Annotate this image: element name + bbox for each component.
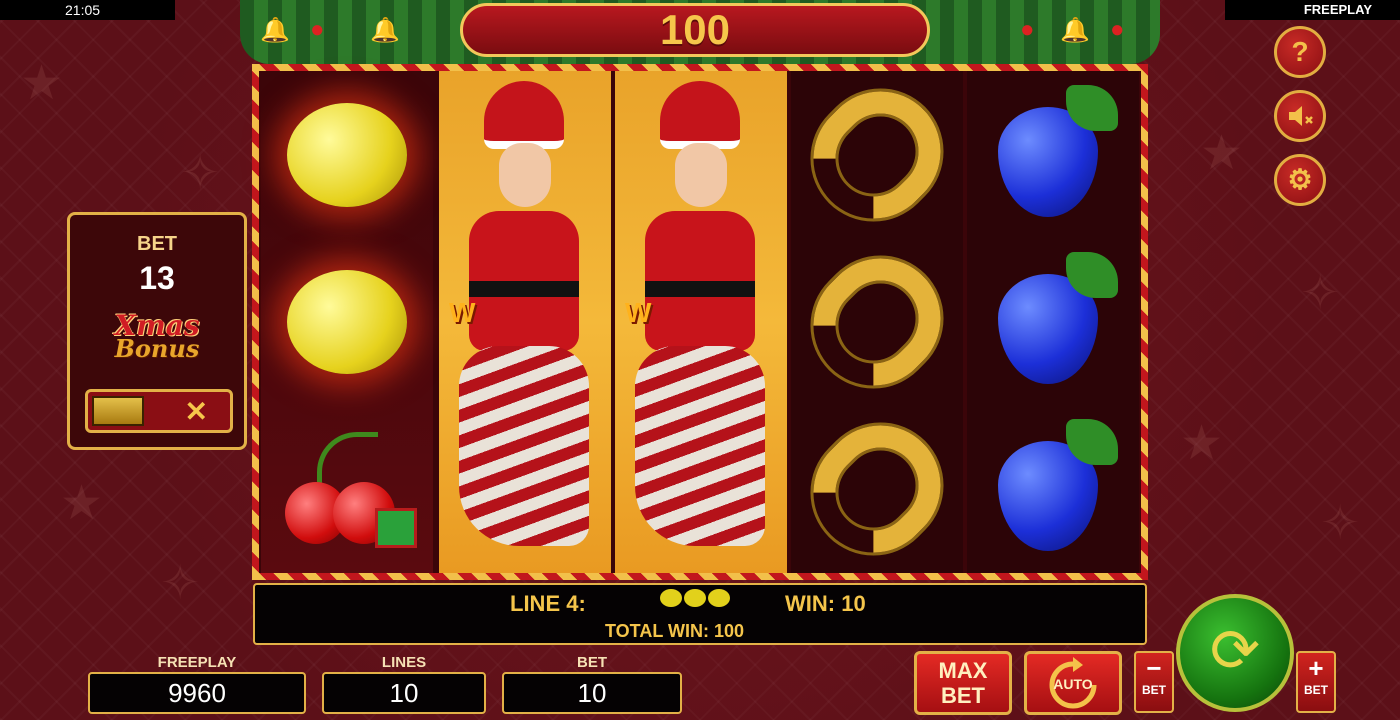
background-pattern: ★ [1200,127,1244,180]
lemon-icon [287,102,407,207]
line-win-amount: WIN: 10 [785,591,866,616]
bell-icon: 🔔 [370,17,400,44]
reel-2: W [439,71,611,573]
settings-button[interactable]: ⚙ [1274,154,1326,206]
background-pattern: ✧ [180,147,221,200]
mode-label: FREEPLAY [1225,0,1400,20]
reel-symbol [788,233,966,410]
background-pattern: ★ [20,57,64,110]
lemon-icon [287,269,407,374]
grapes-icon [988,418,1118,559]
total-win: TOTAL WIN: 100 [605,621,745,641]
horseshoe-icon [788,66,966,243]
background-pattern: ✧ [160,557,201,610]
bet-increase-label: BET [1304,683,1328,697]
auto-button[interactable]: AUTO [1024,651,1122,715]
help-icon: ? [1291,36,1309,67]
horseshoe-icon [788,400,966,577]
lines-value: 10 [322,672,486,714]
plus-icon: + [1308,653,1324,683]
bet-panel: BET 13 Xmas Bonus ✕ [67,212,247,450]
reel-4 [788,66,966,577]
spin-arrows-icon: ⟳ [1209,617,1261,684]
grapes-icon [988,84,1118,225]
win-info-bar: LINE 4: WIN: 10 TOTAL WIN: 100 [253,583,1147,645]
max-bet-label-sub: BET [941,683,985,708]
santa-wild-icon: W [615,71,787,573]
bet-value: 10 [502,672,682,714]
lemon-icon [684,589,706,607]
gear-icon: ⚙ [1287,164,1313,195]
santa-wild-icon: W [439,71,611,573]
grapes-icon [988,251,1118,392]
help-button[interactable]: ? [1274,26,1326,78]
freeplay-balance: 9960 [88,672,306,714]
ornament-icon: ● [310,16,325,43]
bet-increase-button[interactable]: + BET [1296,651,1336,713]
wild-badge: W [625,297,652,328]
reel-symbol [967,405,1139,572]
reel-symbol [261,405,433,572]
spin-button[interactable]: ⟳ [1176,594,1294,712]
win-line-label: LINE 4: [510,591,586,616]
bet-panel-label: BET [137,233,177,255]
max-bet-label: MAX [938,658,988,683]
lemon-icon [660,589,682,607]
bell-icon: 🔔 [1060,17,1090,44]
reel-symbol [788,66,966,243]
xmas-bonus-logo-sub: Bonus [114,334,200,363]
reel-symbol [261,71,433,238]
reel-symbol [967,71,1139,238]
close-icon: ✕ [184,396,208,427]
auto-label: AUTO [1053,676,1093,692]
reel-5 [967,71,1139,573]
bet-panel-value: 13 [139,260,175,296]
freeplay-label: FREEPLAY [157,654,237,671]
reel-symbol [788,400,966,577]
ornament-icon: ● [1020,16,1035,43]
background-pattern: ✧ [1300,267,1341,320]
max-bet-button[interactable]: MAX BET [914,651,1012,715]
wild-badge: W [449,297,476,328]
reel-1 [261,71,433,573]
toggle-knob [92,396,144,426]
ornament-icon: ● [1110,16,1125,43]
reel-symbol [967,238,1139,405]
reel-3: W [615,71,787,573]
top-win-display: 100 [460,3,930,57]
reels-area: W W [252,64,1148,580]
horseshoe-icon [788,233,966,410]
clock: 21:05 [0,0,175,20]
reel-symbol [261,238,433,405]
background-pattern: ✧ [1320,497,1361,550]
bet-label: BET [577,654,607,671]
minus-icon: − [1146,653,1162,683]
sound-button[interactable] [1274,90,1326,142]
cherry-icon [277,424,417,554]
win-line-symbols [660,589,732,612]
lemon-icon [708,589,730,607]
bonus-toggle[interactable]: ✕ [85,389,233,433]
bet-decrease-label: BET [1142,683,1166,697]
background-pattern: ★ [60,477,104,530]
gift-icon [375,507,417,548]
bet-decrease-button[interactable]: − BET [1134,651,1174,713]
bell-icon: 🔔 [260,17,290,44]
lines-label: LINES [381,654,427,671]
background-pattern: ★ [1180,417,1224,470]
speaker-muted-icon [1289,106,1313,126]
